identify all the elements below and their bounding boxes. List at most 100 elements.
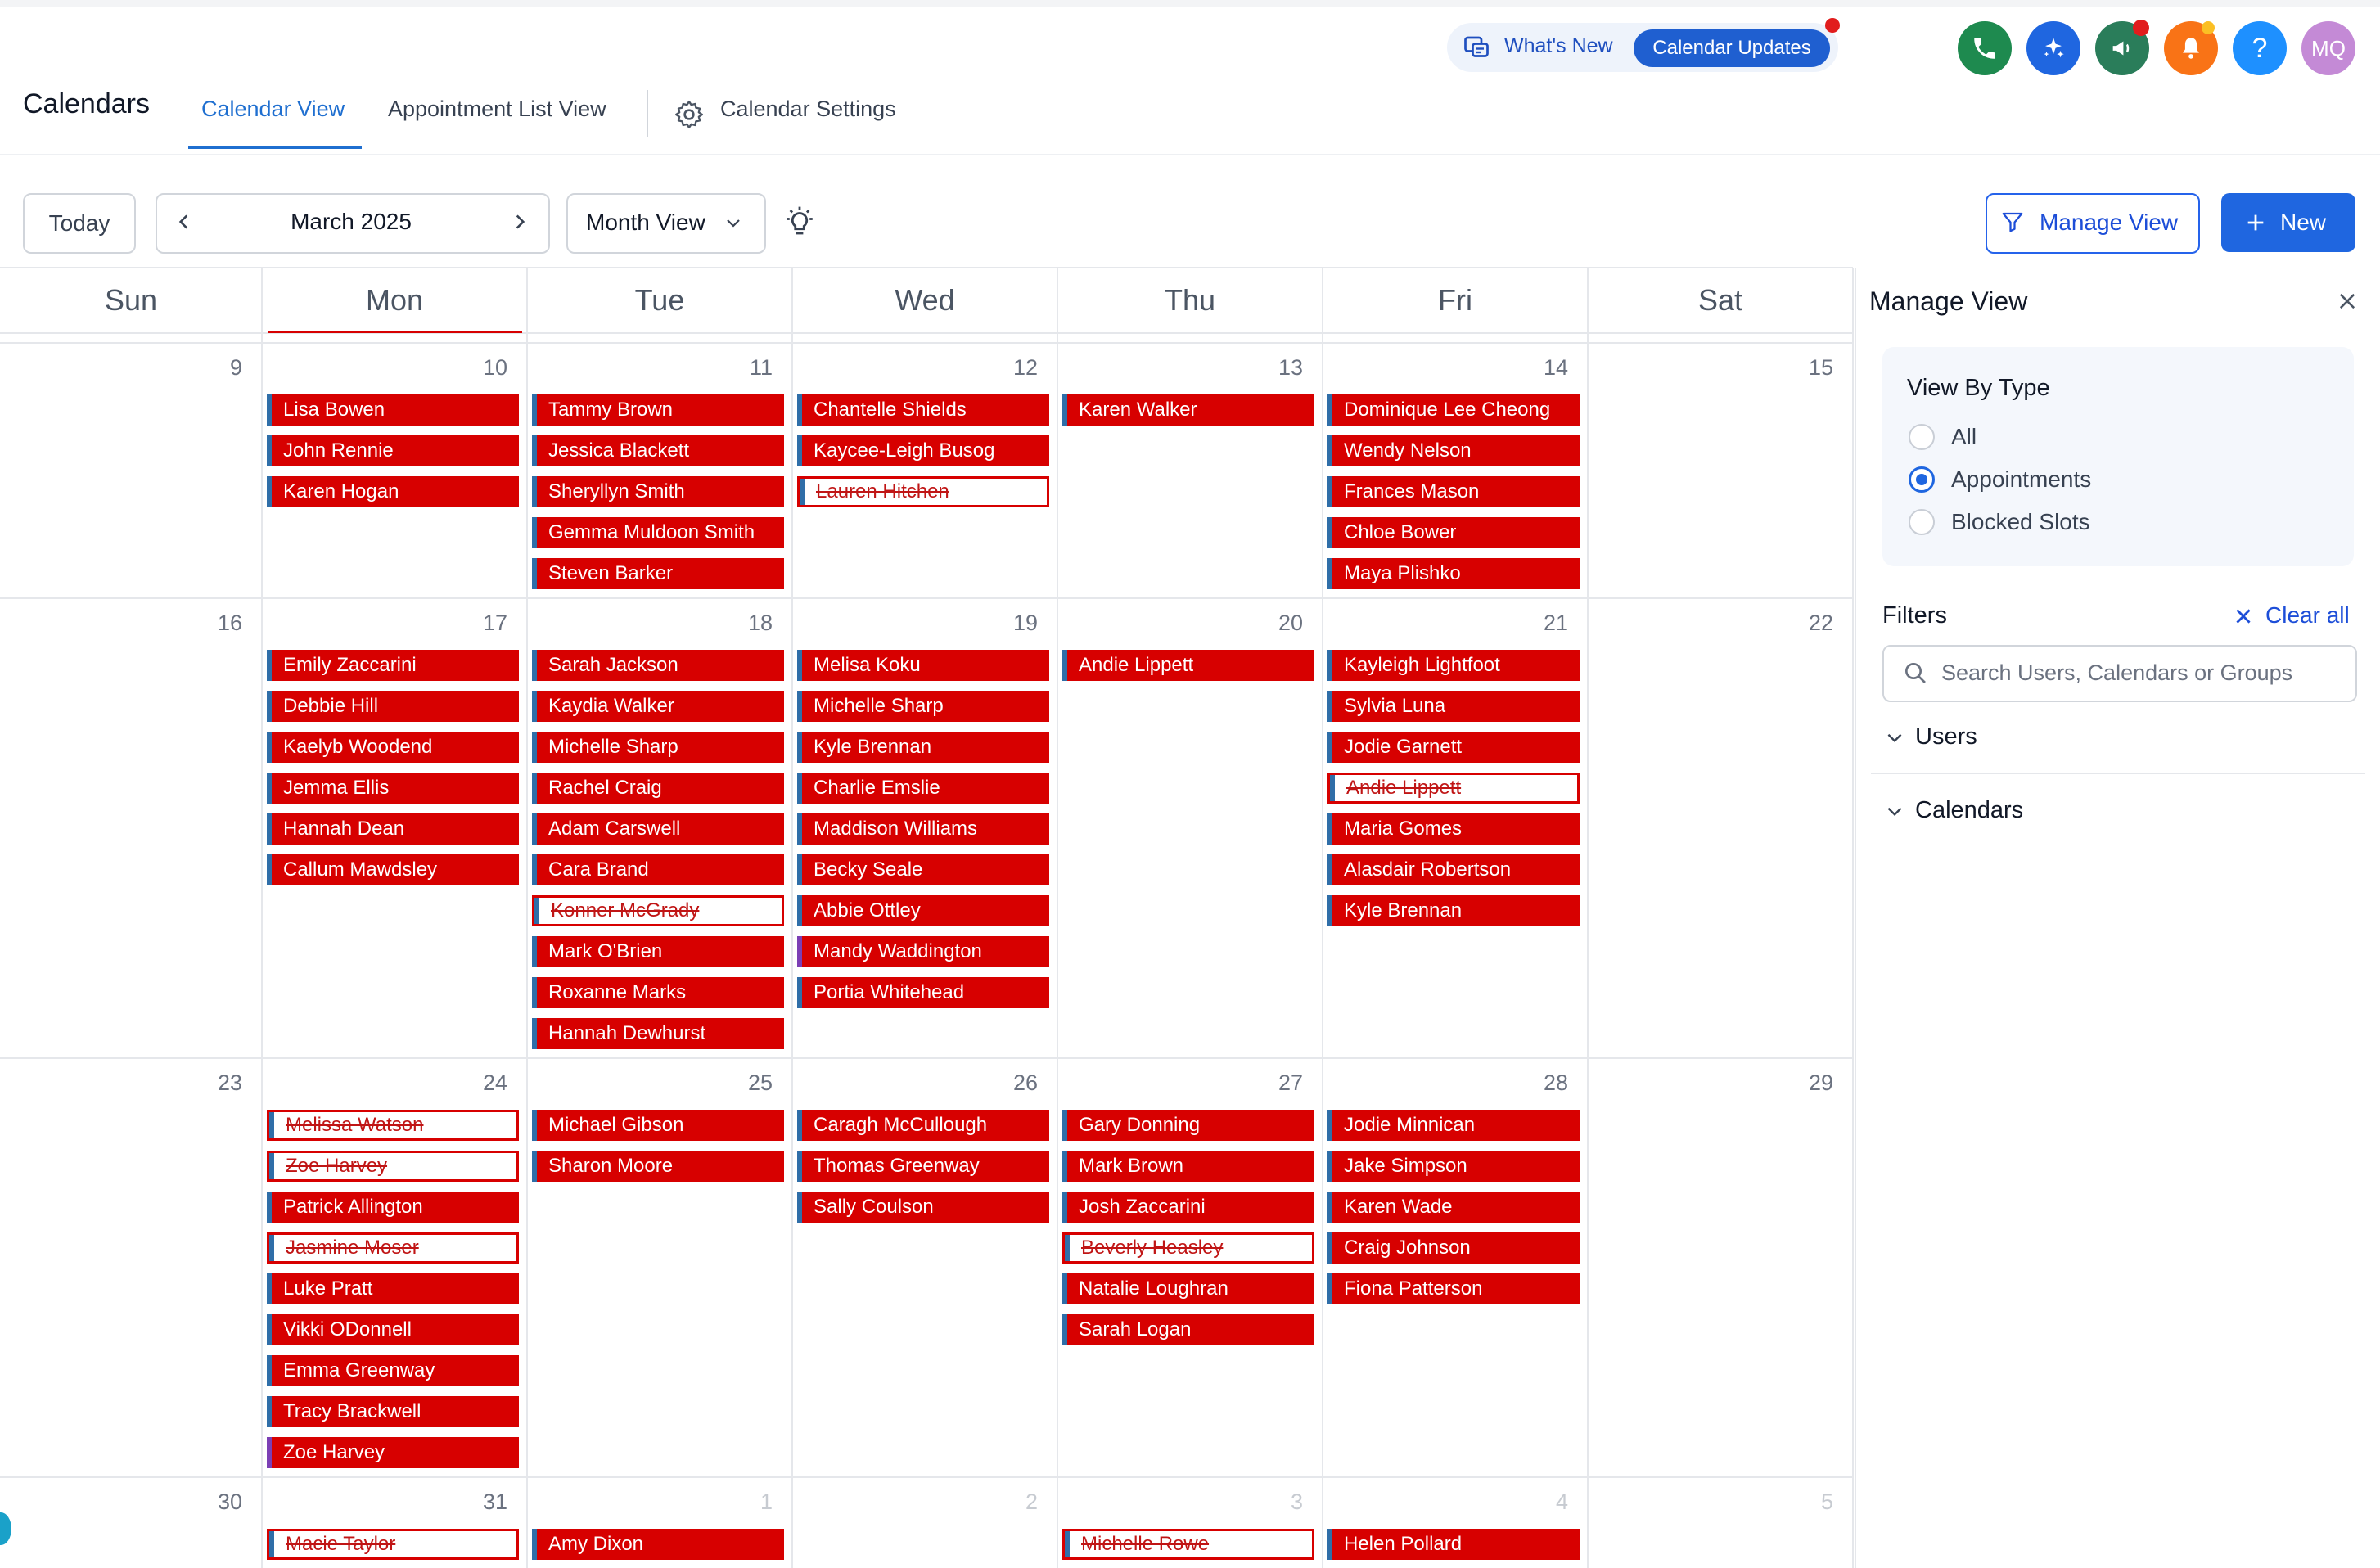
appointment-event[interactable]: Melisa Koku <box>797 650 1049 681</box>
appointment-event[interactable]: Jessica Blackett <box>532 435 784 466</box>
appointment-event[interactable]: Rachel Craig <box>532 773 784 804</box>
radio-all-label[interactable]: All <box>1951 424 1977 450</box>
search-input[interactable] <box>1940 651 2344 694</box>
appointment-event[interactable]: Alasdair Robertson <box>1327 854 1580 885</box>
appointment-event[interactable]: Abbie Ottley <box>797 895 1049 926</box>
appointment-event[interactable]: Emily Zaccarini <box>267 650 519 681</box>
ai-assistant-button[interactable] <box>2026 21 2080 75</box>
appointment-event[interactable]: Emma Greenway <box>267 1355 519 1386</box>
appointment-event[interactable]: Maddison Williams <box>797 813 1049 845</box>
appointment-event[interactable]: Jodie Garnett <box>1327 732 1580 763</box>
appointment-event[interactable]: Michael Gibson <box>532 1110 784 1141</box>
appointment-event[interactable]: Roxanne Marks <box>532 977 784 1008</box>
users-section[interactable]: Users <box>1915 723 1977 750</box>
gear-icon[interactable] <box>673 98 705 131</box>
tab-calendar-settings[interactable]: Calendar Settings <box>720 97 896 122</box>
appointment-event[interactable]: Sarah Logan <box>1062 1314 1314 1345</box>
appointment-event[interactable]: Sarah Jackson <box>532 650 784 681</box>
avatar[interactable]: MQ <box>2301 21 2355 75</box>
appointment-event[interactable]: Wendy Nelson <box>1327 435 1580 466</box>
appointment-event[interactable]: Chantelle Shields <box>797 394 1049 426</box>
appointment-event[interactable]: Karen Hogan <box>267 476 519 507</box>
appointment-event[interactable]: Hannah Dewhurst <box>532 1018 784 1049</box>
cancelled-appointment[interactable]: Andie Lippett <box>1327 773 1580 804</box>
appointment-event[interactable]: Michelle Sharp <box>797 691 1049 722</box>
chevron-down-icon[interactable] <box>1884 800 1905 822</box>
appointment-event[interactable]: Gemma Muldoon Smith <box>532 517 784 548</box>
appointment-event[interactable]: Sheryllyn Smith <box>532 476 784 507</box>
appointment-event[interactable]: Chloe Bower <box>1327 517 1580 548</box>
appointment-event[interactable]: Sharon Moore <box>532 1151 784 1182</box>
lightbulb-icon[interactable] <box>782 205 817 239</box>
cancelled-appointment[interactable]: Macie Taylor <box>267 1529 519 1560</box>
appointment-event[interactable]: Caragh McCullough <box>797 1110 1049 1141</box>
appointment-event[interactable]: Mandy Waddington <box>797 936 1049 967</box>
appointment-event[interactable]: Steven Barker <box>532 558 784 589</box>
appointment-event[interactable]: Kaelyb Woodend <box>267 732 519 763</box>
view-select-label[interactable]: Month View <box>586 210 705 236</box>
appointment-event[interactable]: Kaycee-Leigh Busog <box>797 435 1049 466</box>
chevron-right-icon[interactable] <box>509 211 530 232</box>
appointment-event[interactable]: Becky Seale <box>797 854 1049 885</box>
appointment-event[interactable]: Helen Pollard <box>1327 1529 1580 1560</box>
radio-blocked-slots-label[interactable]: Blocked Slots <box>1951 509 2090 535</box>
calendars-section[interactable]: Calendars <box>1915 797 2023 824</box>
appointment-event[interactable]: Fiona Patterson <box>1327 1273 1580 1304</box>
appointment-event[interactable]: Zoe Harvey <box>267 1437 519 1468</box>
appointment-event[interactable]: Patrick Allington <box>267 1192 519 1223</box>
appointment-event[interactable]: Kyle Brennan <box>797 732 1049 763</box>
appointment-event[interactable]: Luke Pratt <box>267 1273 519 1304</box>
calendar-updates-badge[interactable]: Calendar Updates <box>1634 29 1830 67</box>
appointment-event[interactable]: Kyle Brennan <box>1327 895 1580 926</box>
appointment-event[interactable]: Josh Zaccarini <box>1062 1192 1314 1223</box>
appointment-event[interactable]: Thomas Greenway <box>797 1151 1049 1182</box>
appointment-event[interactable]: Mark Brown <box>1062 1151 1314 1182</box>
clear-all-button[interactable]: Clear all <box>2265 602 2350 629</box>
side-widget-handle[interactable] <box>0 1512 11 1545</box>
appointment-event[interactable]: Jake Simpson <box>1327 1151 1580 1182</box>
cancelled-appointment[interactable]: Michelle Rowe <box>1062 1529 1314 1560</box>
appointment-event[interactable]: Debbie Hill <box>267 691 519 722</box>
appointment-event[interactable]: Callum Mawdsley <box>267 854 519 885</box>
phone-button[interactable] <box>1958 21 2012 75</box>
appointment-event[interactable]: Craig Johnson <box>1327 1232 1580 1264</box>
appointment-event[interactable]: Mark O'Brien <box>532 936 784 967</box>
appointment-event[interactable]: Hannah Dean <box>267 813 519 845</box>
appointment-event[interactable]: Adam Carswell <box>532 813 784 845</box>
appointment-event[interactable]: Dominique Lee Cheong <box>1327 394 1580 426</box>
radio-appointments-label[interactable]: Appointments <box>1951 466 2091 493</box>
tab-calendar-view[interactable]: Calendar View <box>201 97 345 122</box>
appointment-event[interactable]: Lisa Bowen <box>267 394 519 426</box>
appointment-event[interactable]: Portia Whitehead <box>797 977 1049 1008</box>
cancelled-appointment[interactable]: Jasmine Moser <box>267 1232 519 1264</box>
appointment-event[interactable]: Sylvia Luna <box>1327 691 1580 722</box>
appointment-event[interactable]: Natalie Loughran <box>1062 1273 1314 1304</box>
appointment-event[interactable]: Maria Gomes <box>1327 813 1580 845</box>
appointment-event[interactable]: Tracy Brackwell <box>267 1396 519 1427</box>
help-button[interactable]: ? <box>2233 21 2287 75</box>
appointment-event[interactable]: Charlie Emslie <box>797 773 1049 804</box>
chevron-down-icon[interactable] <box>1884 727 1905 748</box>
appointment-event[interactable]: Maya Plishko <box>1327 558 1580 589</box>
whats-new-label[interactable]: What's New <box>1504 34 1613 58</box>
tab-appointment-list-view[interactable]: Appointment List View <box>388 97 606 122</box>
chevron-down-icon[interactable] <box>723 213 743 232</box>
new-button-label[interactable]: New <box>2280 210 2326 236</box>
close-icon[interactable] <box>2336 290 2359 313</box>
appointment-event[interactable]: Kayleigh Lightfoot <box>1327 650 1580 681</box>
appointment-event[interactable]: Karen Wade <box>1327 1192 1580 1223</box>
appointment-event[interactable]: Frances Mason <box>1327 476 1580 507</box>
radio-appointments[interactable] <box>1909 466 1935 493</box>
manage-view-label[interactable]: Manage View <box>2040 210 2178 236</box>
appointment-event[interactable]: Gary Donning <box>1062 1110 1314 1141</box>
appointment-event[interactable]: Cara Brand <box>532 854 784 885</box>
appointment-event[interactable]: Kaydia Walker <box>532 691 784 722</box>
appointment-event[interactable]: Karen Walker <box>1062 394 1314 426</box>
radio-all[interactable] <box>1909 424 1935 450</box>
clear-icon[interactable] <box>2233 606 2254 627</box>
cancelled-appointment[interactable]: Melissa Watson <box>267 1110 519 1141</box>
appointment-event[interactable]: Jodie Minnican <box>1327 1110 1580 1141</box>
appointment-event[interactable]: Amy Dixon <box>532 1529 784 1560</box>
appointment-event[interactable]: Tammy Brown <box>532 394 784 426</box>
appointment-event[interactable]: Vikki ODonnell <box>267 1314 519 1345</box>
